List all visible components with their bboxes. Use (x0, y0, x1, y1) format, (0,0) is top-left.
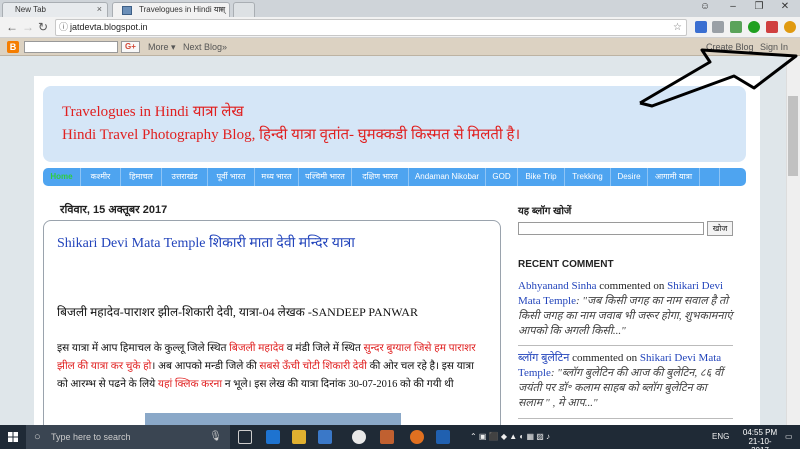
notification-icon[interactable]: ▭ (785, 425, 793, 449)
text-run: इस यात्रा में आप हिमाचल के कुल्लू जिले स… (57, 343, 230, 354)
menu-item[interactable]: हिमाचल (121, 168, 162, 186)
menu-item[interactable]: Trekking (565, 168, 611, 186)
menu-item[interactable]: दक्षिण भारत (352, 168, 409, 186)
google-search-button[interactable]: G+ (121, 41, 140, 53)
tab-strip: New Tab × Travelogues in Hindi यात् × ☺ … (0, 0, 800, 17)
text-run: commented on (596, 280, 668, 292)
blog-subtitle: Hindi Travel Photography Blog, हिन्दी या… (62, 127, 521, 143)
comment-author-link[interactable]: Abhyanand Sinha (518, 280, 597, 292)
post-title[interactable]: Shikari Devi Mata Temple शिकारी माता देव… (57, 233, 355, 252)
chrome-icon[interactable] (352, 430, 366, 444)
menu-item[interactable]: मध्य भारत (255, 168, 299, 186)
text-run: व मंडी जिले में स्थित (284, 343, 364, 354)
text-run: commented on (569, 352, 640, 364)
task-view-icon[interactable] (238, 430, 252, 444)
post-subheading: बिजली महादेव-पाराशर झील-शिकारी देवी, यात… (57, 305, 418, 319)
post-link[interactable]: बिजली महादेव (229, 343, 284, 354)
firefox-icon[interactable] (410, 430, 424, 444)
menu-item[interactable]: GOD (486, 168, 518, 186)
app-icon[interactable] (436, 430, 450, 444)
app-icon[interactable] (380, 430, 394, 444)
windows-start-icon[interactable] (0, 425, 26, 449)
address-bar[interactable]: ⓘ jatdevta.blogspot.in ☆ (55, 19, 687, 36)
text-run: । अब आपको मन्डी जिले की (151, 361, 260, 372)
url-text: jatdevta.blogspot.in (70, 22, 148, 32)
post-image (145, 413, 401, 425)
annotation-arrow-icon (639, 48, 798, 108)
more-menu[interactable]: More ▾ (148, 42, 176, 53)
forward-icon[interactable]: → (22, 20, 34, 34)
menu-item[interactable]: उत्तराखंड (162, 168, 208, 186)
tray-icons[interactable]: ⌃ ▣ ⬛ ◆ ▲ ◐ ▦ ▨ ♪ (470, 425, 550, 449)
tab-label: New Tab (15, 5, 46, 14)
clock-date: 21-10-2017 (748, 437, 772, 449)
blog-search-input[interactable] (24, 41, 118, 53)
menu-item[interactable]: Bike Trip (518, 168, 565, 186)
blogger-logo-icon[interactable]: B (7, 41, 19, 53)
menu-item[interactable]: पूर्वी भारत (208, 168, 255, 186)
blog-favicon-icon (122, 6, 132, 15)
taskbar: ○ Type here to search 🎙 ⌃ ▣ ⬛ ◆ ▲ ◐ ▦ ▨ … (0, 425, 800, 449)
post-card (43, 220, 501, 440)
recent-comment-heading: RECENT COMMENT (518, 259, 614, 270)
menu-item-home[interactable]: Home (43, 168, 81, 186)
menu-item[interactable]: पश्चिमी भारत (299, 168, 352, 186)
click-here-link[interactable]: यहां क्लिक करना (158, 379, 222, 390)
close-tab-icon[interactable]: × (97, 3, 102, 16)
clock[interactable]: 04:55 PM 21-10-2017 (740, 428, 780, 449)
taskbar-search-box[interactable]: ○ Type here to search 🎙 (26, 425, 230, 449)
edge-icon[interactable] (266, 430, 280, 444)
menu-item[interactable] (700, 168, 720, 186)
maximize-icon[interactable]: ❐ (748, 1, 770, 12)
minimize-icon[interactable]: – (722, 1, 744, 12)
language-indicator[interactable]: ENG (712, 425, 729, 449)
next-blog-link[interactable]: Next Blog» (183, 42, 227, 52)
profile-icon[interactable]: ☺ (694, 1, 716, 12)
post-date: रविवार, 15 अक्तूबर 2017 (60, 204, 168, 216)
close-tab-icon[interactable]: × (219, 3, 224, 16)
close-window-icon[interactable]: ✕ (774, 1, 796, 12)
reload-icon[interactable]: ↻ (38, 20, 48, 34)
menu-item[interactable]: Andaman Nikobar (409, 168, 486, 186)
blog-menu: Home कश्मीर हिमाचल उत्तराखंड पूर्वी भारत… (43, 168, 746, 186)
menu-item[interactable]: आगामी यात्रा (648, 168, 700, 186)
tab-new-tab[interactable]: New Tab × (2, 2, 108, 17)
info-icon[interactable]: ⓘ (59, 20, 68, 35)
microphone-icon[interactable]: 🎙 (209, 425, 222, 449)
taskbar-search-placeholder: Type here to search (51, 432, 131, 442)
comment-item: ब्लॉग बुलेटिन commented on Shikari Devi … (518, 351, 733, 411)
scrollbar-thumb[interactable] (788, 96, 798, 176)
new-tab-button[interactable] (233, 2, 255, 17)
divider (518, 418, 733, 419)
store-icon[interactable] (318, 430, 332, 444)
menu-item[interactable]: Desire (611, 168, 648, 186)
divider (518, 345, 733, 346)
clock-time: 04:55 PM (742, 428, 778, 437)
comment-author-link[interactable]: ब्लॉग बुलेटिन (518, 352, 569, 364)
menu-item[interactable]: कश्मीर (81, 168, 121, 186)
sidebar-search-input[interactable] (518, 222, 704, 235)
search-icon: ○ (34, 431, 41, 443)
tab-travelogues[interactable]: Travelogues in Hindi यात् × (112, 2, 230, 17)
comment-item: Abhyanand Sinha commented on Shikari Dev… (518, 279, 733, 339)
blog-title[interactable]: Travelogues in Hindi यात्रा लेख (62, 101, 244, 121)
back-icon[interactable]: ← (6, 20, 18, 34)
search-heading: यह ब्लॉग खोजें (518, 206, 572, 217)
tab-label: Travelogues in Hindi यात् (139, 5, 226, 14)
sidebar-search-button[interactable]: खोज (707, 221, 733, 236)
file-explorer-icon[interactable] (292, 430, 306, 444)
post-link[interactable]: सबसे ऊँची चोटी शिकारी देवी (259, 361, 367, 372)
post-paragraph: इस यात्रा में आप हिमाचल के कुल्लू जिले स… (57, 340, 487, 394)
text-run: न भूले। इस लेख की यात्रा दिनांक 30-07-20… (222, 379, 454, 390)
